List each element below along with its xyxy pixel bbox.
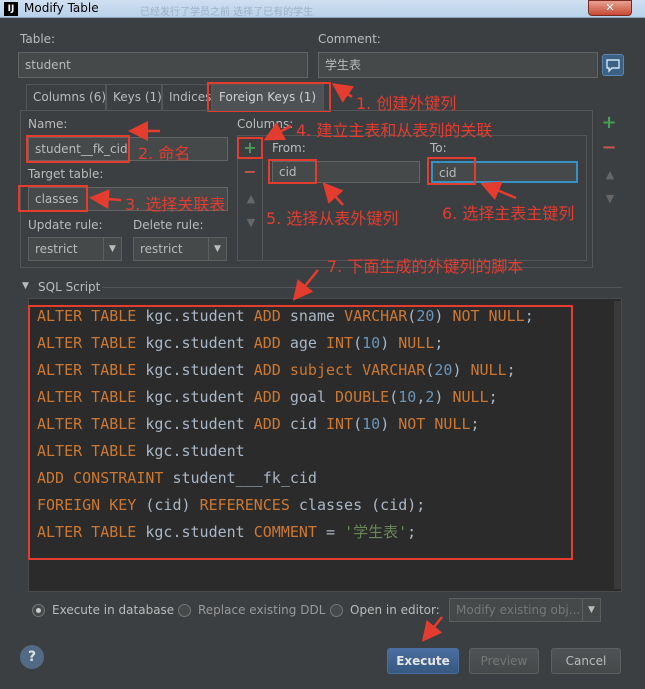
arrow-5 <box>322 182 344 206</box>
annotation-arrows <box>89 83 517 642</box>
arrow-3 <box>89 189 122 210</box>
arrow-6 <box>480 181 517 201</box>
arrow-1 <box>331 83 355 103</box>
arrow-8 <box>421 616 443 642</box>
arrow-4 <box>263 122 292 141</box>
arrow-7 <box>292 269 319 301</box>
